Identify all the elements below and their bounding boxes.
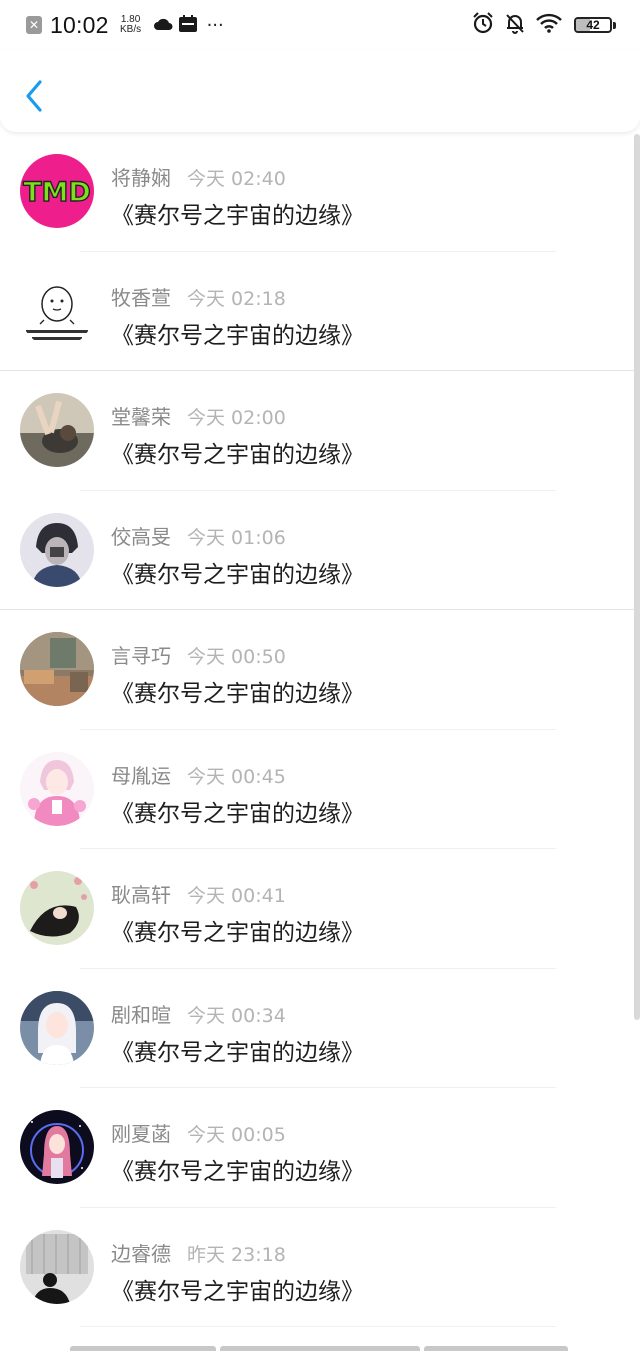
photo-avatar[interactable]: [20, 393, 94, 467]
item-name: 堂馨荣: [111, 405, 171, 429]
net-speed: 1.80 KB/s: [117, 15, 145, 35]
battery-icon: 42: [574, 17, 612, 33]
message-list: TMD 将静娴 今天 02:40 《赛尔号之宇宙的边缘》 牧香萱 今天 02:18 《赛尔号…: [0, 132, 640, 1327]
item-name: 佼高旻: [111, 524, 171, 549]
item-content: 《赛尔号之宇宙的边缘》: [111, 442, 364, 468]
nav-header: [0, 50, 640, 132]
bw-photo-avatar[interactable]: [20, 1229, 94, 1304]
item-meta: 言寻巧 今天 00:50: [111, 640, 286, 669]
alarm-icon: [472, 12, 494, 38]
list-item[interactable]: 刚夏菡 今天 00:05 《赛尔号之宇宙的边缘》: [0, 1088, 640, 1208]
item-time: 今天 02:18: [187, 287, 286, 310]
meme-avatar[interactable]: [20, 273, 94, 348]
status-time: 10:02: [50, 11, 109, 38]
item-content: 《赛尔号之宇宙的边缘》: [111, 322, 364, 349]
room-avatar[interactable]: [20, 632, 94, 706]
item-name: 耿高轩: [111, 883, 171, 907]
list-item[interactable]: 剧和暄 今天 00:34 《赛尔号之宇宙的边缘》: [0, 969, 640, 1088]
tmd-avatar[interactable]: TMD: [20, 154, 94, 228]
item-name: 言寻巧: [111, 644, 171, 668]
item-time: 今天 00:05: [187, 1124, 286, 1146]
chevron-left-icon: [26, 80, 42, 112]
item-content: 《赛尔号之宇宙的边缘》: [111, 920, 364, 946]
item-time: 今天 00:50: [187, 646, 286, 668]
space-anime-avatar[interactable]: [20, 1110, 94, 1184]
item-meta: 刚夏菡 今天 00:05: [111, 1118, 286, 1147]
list-item[interactable]: TMD 将静娴 今天 02:40 《赛尔号之宇宙的边缘》: [0, 132, 640, 252]
flower-avatar[interactable]: [20, 871, 94, 945]
item-content: 《赛尔号之宇宙的边缘》: [111, 800, 364, 827]
item-time: 今天 00:34: [187, 1004, 286, 1027]
item-name: 牧香萱: [111, 285, 171, 310]
cloud-icon: [153, 16, 173, 35]
item-content: 《赛尔号之宇宙的边缘》: [111, 1278, 364, 1305]
anime-girl-avatar[interactable]: [20, 990, 94, 1065]
bottom-bar-segment: [424, 1346, 568, 1351]
list-item[interactable]: 堂馨荣 今天 02:00 《赛尔号之宇宙的边缘》: [0, 371, 640, 491]
item-content: 《赛尔号之宇宙的边缘》: [111, 203, 364, 229]
list-item[interactable]: 边睿德 昨天 23:18 《赛尔号之宇宙的边缘》: [0, 1208, 640, 1327]
item-meta: 佼高旻 今天 01:06: [111, 521, 286, 550]
pink-anime-avatar[interactable]: [20, 751, 94, 826]
status-bar-right: 42: [462, 12, 616, 38]
item-content: 《赛尔号之宇宙的边缘》: [111, 1039, 364, 1066]
bottom-bars: [0, 1345, 640, 1351]
item-time: 今天 00:41: [187, 885, 286, 907]
item-time: 今天 01:06: [187, 526, 286, 549]
svg-text:TMD: TMD: [23, 177, 91, 208]
list-item[interactable]: 言寻巧 今天 00:50 《赛尔号之宇宙的边缘》: [0, 610, 640, 730]
item-meta: 堂馨荣 今天 02:00: [111, 401, 286, 430]
list-item[interactable]: 耿高轩 今天 00:41 《赛尔号之宇宙的边缘》: [0, 849, 640, 969]
close-notification-icon: ✕: [26, 16, 42, 34]
item-meta: 耿高轩 今天 00:41: [111, 879, 286, 908]
item-meta: 牧香萱 今天 02:18: [111, 282, 286, 311]
list-item[interactable]: 佼高旻 今天 01:06 《赛尔号之宇宙的边缘》: [0, 491, 640, 610]
wifi-icon: [536, 13, 562, 37]
calendar-icon: [178, 14, 197, 36]
anime-avatar[interactable]: [20, 512, 94, 587]
item-time: 今天 00:45: [187, 765, 286, 788]
item-meta: 将静娴 今天 02:40: [111, 162, 286, 191]
item-time: 今天 02:40: [187, 168, 286, 190]
battery-cap: [613, 21, 616, 29]
mute-bell-icon: [504, 12, 526, 38]
item-name: 刚夏菡: [111, 1122, 171, 1146]
list-item[interactable]: 母胤运 今天 00:45 《赛尔号之宇宙的边缘》: [0, 730, 640, 849]
status-bar: ✕ 10:02 1.80 KB/s ··· 42: [0, 0, 640, 50]
status-bar-left: ✕ 10:02 1.80 KB/s ···: [26, 10, 224, 40]
scrollbar[interactable]: [634, 134, 640, 1020]
item-name: 边睿德: [111, 1241, 171, 1266]
bottom-bar-segment: [220, 1346, 420, 1351]
item-meta: 边睿德 昨天 23:18: [111, 1238, 286, 1267]
list-item[interactable]: 牧香萱 今天 02:18 《赛尔号之宇宙的边缘》: [0, 252, 640, 371]
item-name: 母胤运: [111, 763, 171, 788]
back-button[interactable]: [18, 76, 52, 116]
item-name: 剧和暄: [111, 1002, 171, 1027]
item-time: 今天 02:00: [187, 407, 286, 429]
bottom-bar-segment: [70, 1346, 216, 1351]
item-content: 《赛尔号之宇宙的边缘》: [111, 681, 364, 707]
battery-level: 42: [586, 18, 600, 32]
item-content: 《赛尔号之宇宙的边缘》: [111, 561, 364, 588]
net-speed-unit: KB/s: [120, 24, 142, 35]
item-meta: 剧和暄 今天 00:34: [111, 999, 286, 1028]
item-divider: [80, 1326, 556, 1327]
more-indicator: ···: [206, 14, 224, 36]
item-content: 《赛尔号之宇宙的边缘》: [111, 1159, 364, 1185]
item-time: 昨天 23:18: [187, 1243, 286, 1266]
item-name: 将静娴: [111, 166, 171, 190]
item-meta: 母胤运 今天 00:45: [111, 760, 286, 789]
